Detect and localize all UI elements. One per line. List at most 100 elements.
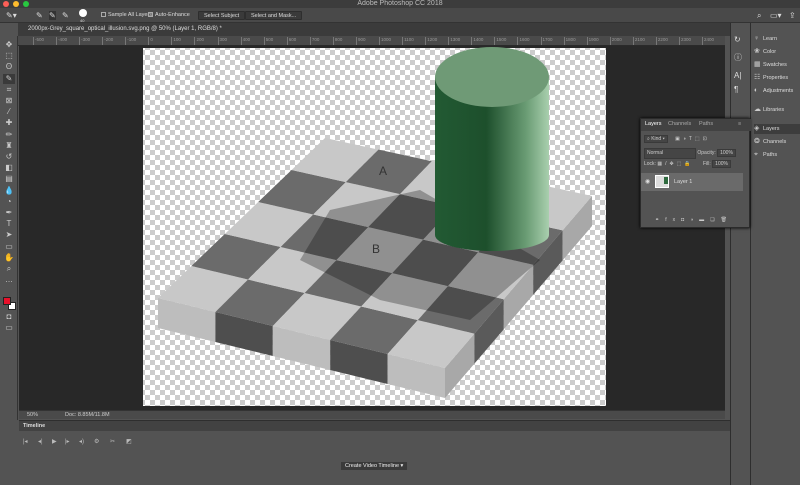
panel-label: Color <box>763 49 777 55</box>
ruler-tick: 0 <box>148 37 153 45</box>
quick-selection-tool-icon[interactable]: ✎ <box>3 73 15 84</box>
marquee-tool-icon[interactable]: ⬚ <box>3 51 15 61</box>
ruler-tick: 700 <box>309 37 319 45</box>
panel-learn[interactable]: ♀ Learn <box>754 34 777 44</box>
quick-selection-preset-icon[interactable]: ✎▾ <box>6 11 17 20</box>
move-tool-icon[interactable]: ✥ <box>3 40 15 50</box>
play-icon[interactable]: ▶ <box>52 438 57 445</box>
eraser-tool-icon[interactable]: ◧ <box>3 163 15 173</box>
search-icon[interactable]: ⌕ <box>757 11 761 20</box>
tab-paths[interactable]: Paths <box>699 121 713 127</box>
tab-channels[interactable]: Channels <box>668 121 691 127</box>
panel-swatches[interactable]: ▦ Swatches <box>754 60 787 70</box>
panel-adjustments[interactable]: ◐ Adjustments <box>754 86 793 96</box>
doc-size[interactable]: Doc: 8.85M/11.8M <box>65 412 110 418</box>
filter-type-icons[interactable]: ▣◑T⬚⊡ <box>675 136 710 142</box>
panel-color[interactable]: ❀ Color <box>754 47 776 57</box>
transition-icon[interactable]: ◩ <box>126 438 132 445</box>
frame-tool-icon[interactable]: ⊠ <box>3 96 15 106</box>
canvas-area[interactable]: A B <box>19 46 725 410</box>
next-frame-icon[interactable]: |▸ <box>65 438 70 445</box>
timeline-panel: Timeline |◂ ◂| ▶ |▸ ◂) ⚙ ✂ ◩ Create Vide… <box>19 420 730 485</box>
horizontal-ruler[interactable]: -500 -400 -300 -200 -100 0 100 200 300 400 500 600 7… <box>18 36 725 46</box>
panel-menu-icon[interactable]: ≡ <box>738 121 741 127</box>
lock-icons[interactable]: ▦/✥⬚🔒 <box>657 161 693 167</box>
layer-actions[interactable]: ⚭fx◘◑▬❏🗑 <box>655 216 733 225</box>
ruler-tick: 600 <box>286 37 296 45</box>
sample-all-layers-checkbox[interactable]: Sample All Layers <box>101 11 152 20</box>
workspace-icon[interactable]: ▭▾ <box>770 11 782 20</box>
filter-kind-select[interactable]: ⌕ Kind ▾ <box>644 135 668 143</box>
zoom-tool-icon[interactable]: ⌕ <box>3 264 15 274</box>
ruler-tick: 200 <box>194 37 204 45</box>
eyedropper-tool-icon[interactable]: ⁄ <box>3 107 15 117</box>
character-icon[interactable]: A| <box>734 71 741 81</box>
settings-gear-icon[interactable]: ⚙ <box>94 438 99 445</box>
select-and-mask-button[interactable]: Select and Mask... <box>245 11 303 20</box>
info-icon[interactable]: ⓘ <box>734 53 742 63</box>
go-to-first-frame-icon[interactable]: |◂ <box>23 438 28 445</box>
auto-enhance-checkbox[interactable]: Auto-Enhance <box>148 11 190 20</box>
ruler-tick: 1000 <box>379 37 391 45</box>
fill-input[interactable]: 100% <box>712 160 731 168</box>
subtract-selection-icon[interactable]: ✎ <box>62 11 69 20</box>
panel-paths[interactable]: ⌖ Paths <box>754 150 777 160</box>
share-icon[interactable]: ⇪ <box>789 11 796 20</box>
blur-tool-icon[interactable]: 💧 <box>3 186 15 196</box>
new-selection-icon[interactable]: ✎ <box>36 11 43 20</box>
ruler-tick: 2400 <box>702 37 714 45</box>
history-brush-icon[interactable]: ↺ <box>3 152 15 162</box>
hand-tool-icon[interactable]: ✋ <box>3 253 15 263</box>
pen-tool-icon[interactable]: ✒ <box>3 208 15 218</box>
zoom-level[interactable]: 50% <box>27 412 38 418</box>
paragraph-icon[interactable]: ¶ <box>734 85 738 95</box>
lasso-tool-icon[interactable]: ʘ <box>3 62 15 72</box>
channels-icon: ❂ <box>754 138 760 145</box>
opacity-input[interactable]: 100% <box>717 149 736 157</box>
screen-mode-icon[interactable]: ▭ <box>3 323 15 333</box>
select-subject-button[interactable]: Select Subject <box>198 11 246 20</box>
path-selection-icon[interactable]: ➤ <box>3 230 15 240</box>
gradient-tool-icon[interactable]: ▤ <box>3 174 15 184</box>
brush-preview-icon[interactable] <box>79 9 87 17</box>
dodge-tool-icon[interactable]: ◔ <box>3 197 15 207</box>
panel-properties[interactable]: ☷ Properties <box>754 73 788 83</box>
ruler-tick: 1200 <box>425 37 437 45</box>
more-tools-icon[interactable]: … <box>3 275 15 285</box>
layer-name[interactable]: Layer 1 <box>674 179 692 185</box>
filter-kind-value: Kind <box>651 136 662 142</box>
history-icon[interactable]: ↻ <box>734 35 741 45</box>
audio-icon[interactable]: ◂) <box>79 438 84 445</box>
create-video-timeline-button[interactable]: Create Video Timeline ▾ <box>341 462 408 470</box>
scissors-icon[interactable]: ✂ <box>110 438 115 445</box>
grid-icon: ▦ <box>754 61 761 68</box>
panel-label: Layers <box>763 126 780 132</box>
quick-mask-icon[interactable]: ◘ <box>3 312 15 322</box>
type-tool-icon[interactable]: T <box>3 219 15 229</box>
brush-tool-icon[interactable]: ✏ <box>3 130 15 140</box>
panel-label: Libraries <box>763 107 785 113</box>
panel-layers[interactable]: ◈ Layers <box>754 124 800 134</box>
foreground-color-swatch[interactable] <box>3 297 11 305</box>
previous-frame-icon[interactable]: ◂| <box>38 438 43 445</box>
panel-label: Properties <box>763 75 789 81</box>
blend-row: Normal Opacity: 100% <box>644 148 736 159</box>
ruler-tick: -200 <box>102 37 113 45</box>
crop-tool-icon[interactable]: ⌗ <box>3 85 15 95</box>
layer-row[interactable]: ◉ Layer 1 <box>641 173 743 191</box>
add-to-selection-icon[interactable]: ✎ <box>49 11 56 20</box>
visibility-eye-icon[interactable]: ◉ <box>645 178 650 185</box>
blend-mode-select[interactable]: Normal <box>644 148 696 159</box>
filter-row: ⌕ Kind ▾ ▣◑T⬚⊡ <box>644 135 710 144</box>
healing-brush-icon[interactable]: ✚ <box>3 118 15 128</box>
ruler-tick: 1400 <box>471 37 483 45</box>
rectangle-tool-icon[interactable]: ▭ <box>3 242 15 252</box>
panel-libraries[interactable]: ☁ Libraries <box>754 105 784 115</box>
clone-stamp-icon[interactable]: ♜ <box>3 141 15 151</box>
palette-icon: ❀ <box>754 48 760 55</box>
document-tab[interactable]: 2000px-Grey_square_optical_illusion.svg.… <box>18 23 730 36</box>
tab-layers[interactable]: Layers <box>645 121 662 127</box>
blend-mode-value: Normal <box>647 150 664 156</box>
panel-channels[interactable]: ❂ Channels <box>754 137 786 147</box>
image-canvas[interactable]: A B <box>19 46 725 410</box>
